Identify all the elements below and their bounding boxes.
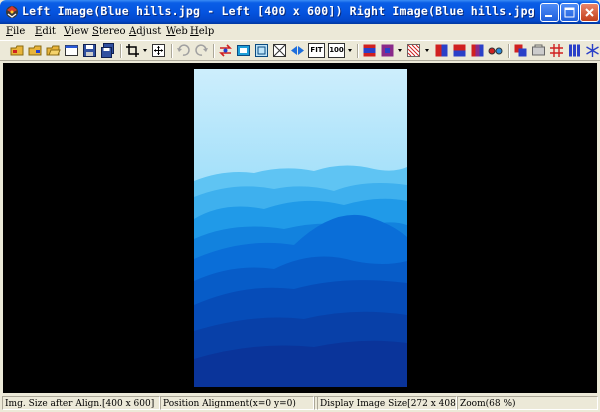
image-viewport[interactable] [3, 63, 597, 393]
zoom-dropdown-arrow[interactable] [348, 49, 352, 52]
right-blue-icon[interactable] [452, 43, 467, 58]
close-icon [585, 8, 594, 17]
status-zoom: Zoom(68 %) [457, 396, 598, 410]
maximize-icon [564, 7, 575, 18]
blue-hills-image [194, 69, 407, 387]
status-position: Position Alignment(x=0 y=0) [160, 396, 314, 410]
open-left-folder-icon[interactable] [10, 43, 25, 58]
swap-images-icon[interactable] [218, 43, 233, 58]
status-bar: Img. Size after Align.[400 x 600] Positi… [0, 395, 600, 412]
menu-bar: File Edit View Stereo Adjust Web Help [0, 24, 600, 40]
zoom-100-button[interactable]: 100 [328, 43, 345, 58]
close-button[interactable] [580, 3, 599, 22]
toolbar: FIT 100 [0, 40, 600, 61]
window-title: Left Image(Blue hills.jpg - Left [400 x … [22, 4, 536, 18]
menu-adjust[interactable]: Adjust [129, 26, 161, 37]
minimize-button[interactable] [540, 3, 559, 22]
status-image-size: Img. Size after Align.[400 x 600] [2, 396, 160, 410]
crop-icon[interactable] [125, 43, 140, 58]
vertical-bars-icon[interactable] [567, 43, 582, 58]
save-icon[interactable] [82, 43, 97, 58]
color-balance-icon[interactable] [470, 43, 485, 58]
menu-stereo[interactable]: Stereo [92, 26, 126, 37]
arrows-icon[interactable] [290, 43, 305, 58]
open-right-folder-icon[interactable] [28, 43, 43, 58]
menu-file[interactable]: File [6, 26, 25, 37]
toolbar-separator [171, 44, 173, 58]
redo-icon[interactable] [194, 43, 209, 58]
menu-help[interactable]: Help [190, 26, 214, 37]
app-logo-icon [6, 6, 18, 18]
snowflake-icon[interactable] [585, 43, 600, 58]
app-window: Left Image(Blue hills.jpg - Left [400 x … [0, 0, 600, 412]
anaglyph-icon[interactable] [380, 43, 395, 58]
glasses-icon[interactable] [488, 43, 503, 58]
toolbar-separator [120, 44, 122, 58]
save-all-icon[interactable] [100, 43, 115, 58]
crop-dropdown-arrow[interactable] [143, 49, 147, 52]
toolbar-separator [508, 44, 510, 58]
fit-window-icon[interactable] [236, 43, 251, 58]
overlap-icon[interactable] [513, 43, 528, 58]
title-bar[interactable]: Left Image(Blue hills.jpg - Left [400 x … [0, 0, 600, 24]
fit-button[interactable]: FIT [308, 43, 325, 58]
toolbar-separator [357, 44, 359, 58]
window-icon[interactable] [64, 43, 79, 58]
toolbar-separator [213, 44, 215, 58]
interlaced-icon[interactable] [406, 43, 421, 58]
side-by-side-icon[interactable] [362, 43, 377, 58]
undo-icon[interactable] [176, 43, 191, 58]
full-screen-icon[interactable] [272, 43, 287, 58]
move-icon[interactable] [151, 43, 166, 58]
menu-web[interactable]: Web [166, 26, 188, 37]
menu-view[interactable]: View [64, 26, 89, 37]
minimize-icon [545, 15, 552, 17]
grid-icon[interactable] [549, 43, 564, 58]
menu-edit[interactable]: Edit [35, 26, 56, 37]
stamp-icon[interactable] [531, 43, 546, 58]
status-display-size: Display Image Size[272 x 408] [317, 396, 457, 410]
mode-dropdown-arrow[interactable] [425, 49, 429, 52]
left-red-icon[interactable] [434, 43, 449, 58]
stereo-dropdown-arrow[interactable] [398, 49, 402, 52]
actual-window-icon[interactable] [254, 43, 269, 58]
maximize-button[interactable] [560, 3, 579, 22]
open-folder-icon[interactable] [46, 43, 61, 58]
